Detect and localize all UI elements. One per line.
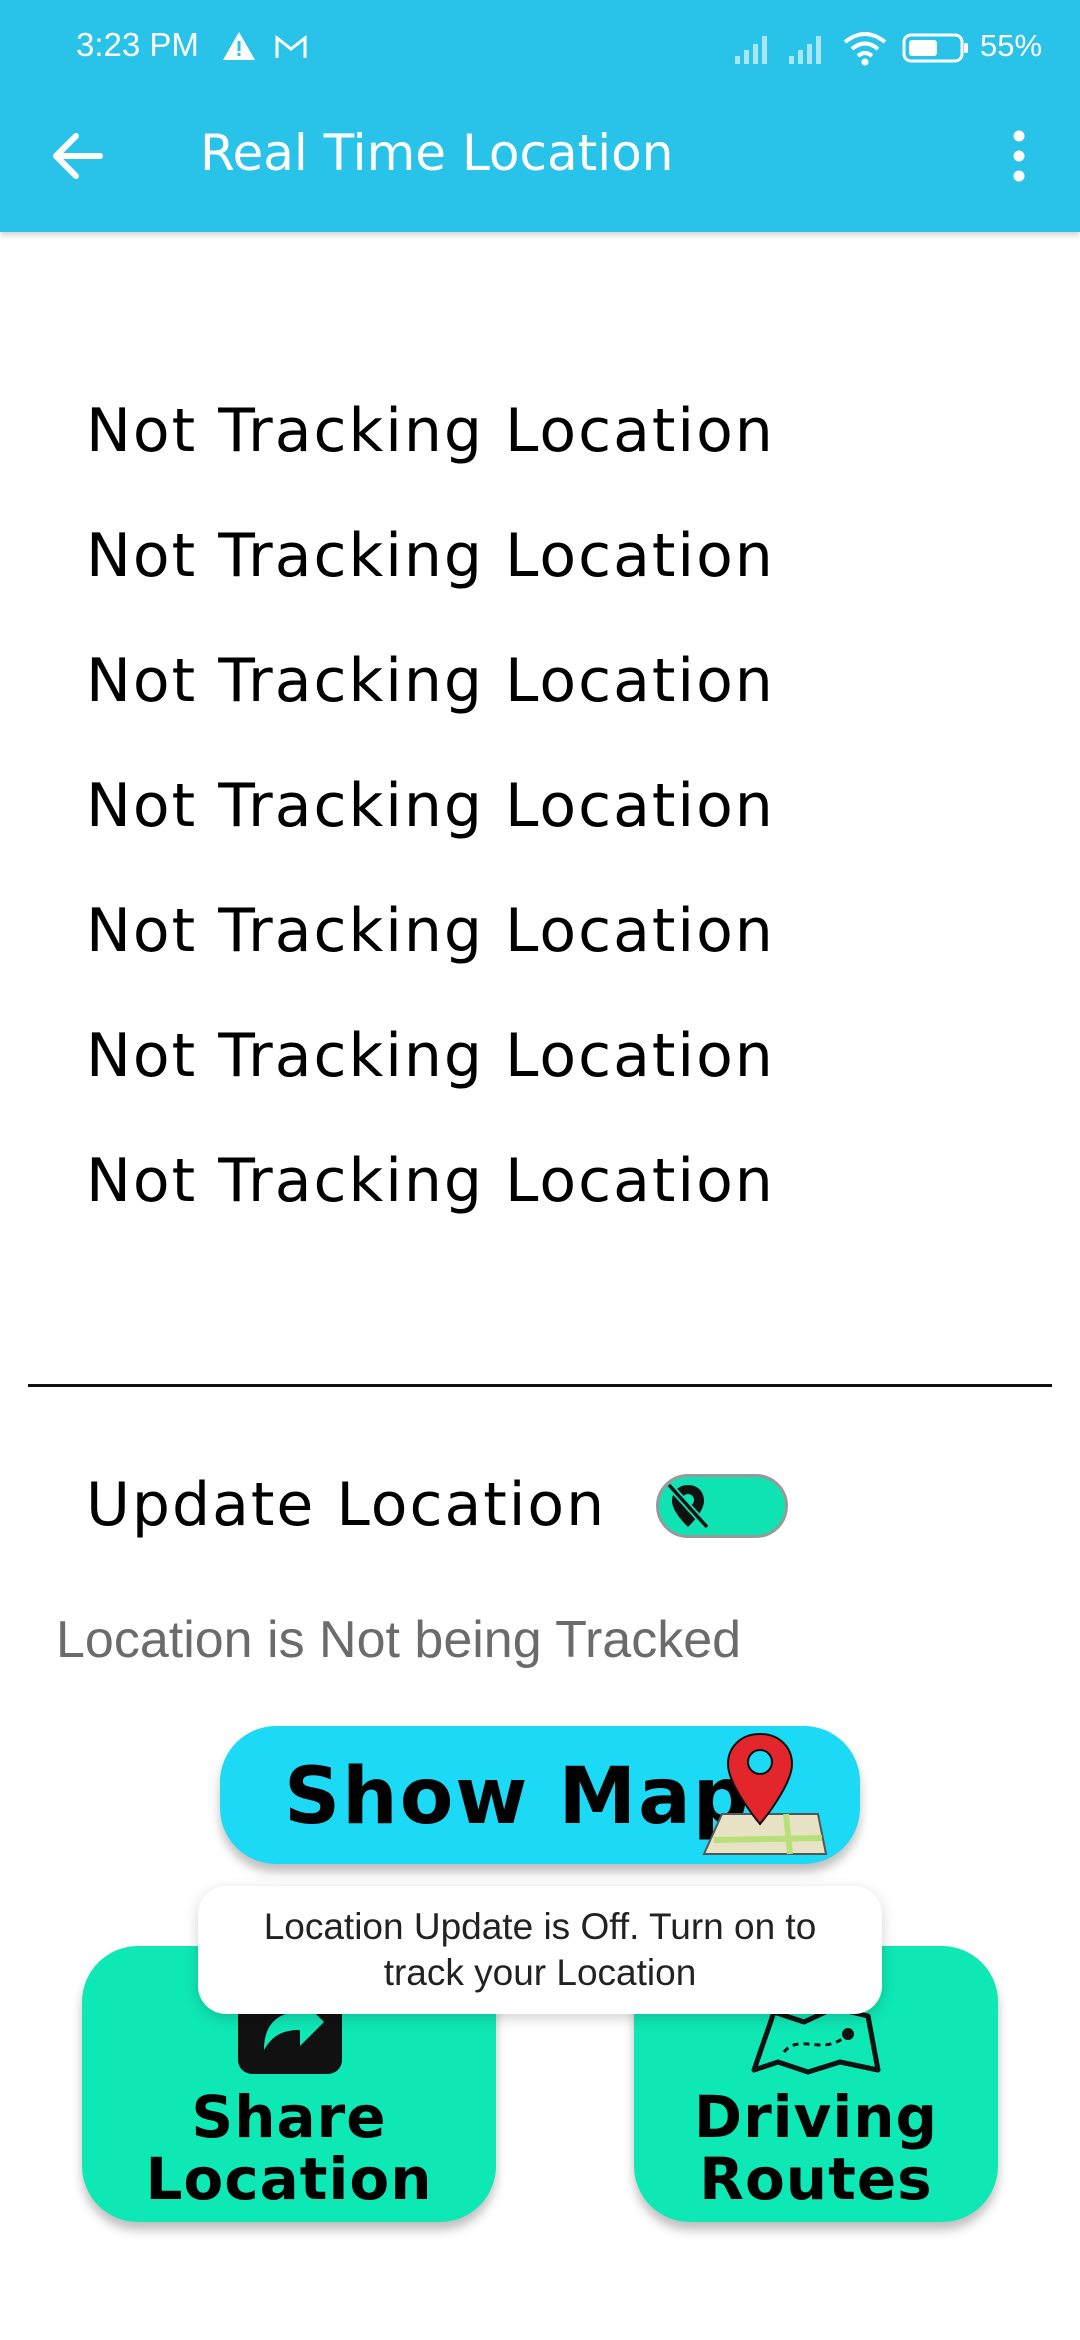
share-label-line: Share bbox=[191, 2083, 387, 2151]
warning-icon bbox=[223, 32, 255, 60]
back-arrow-icon[interactable] bbox=[44, 120, 108, 192]
show-map-button[interactable]: Show Map bbox=[220, 1726, 860, 1864]
more-options-icon[interactable] bbox=[1004, 126, 1034, 186]
map-pin-icon bbox=[702, 1732, 828, 1855]
gmail-icon bbox=[275, 34, 307, 58]
status-line: Not Tracking Location bbox=[86, 521, 775, 591]
toast-line: Location Update is Off. Turn on to bbox=[263, 1906, 817, 1947]
routes-label-line: Routes bbox=[699, 2145, 933, 2213]
show-map-label: Show Map bbox=[284, 1752, 751, 1842]
status-line: Not Tracking Location bbox=[86, 396, 775, 466]
signal-icon bbox=[735, 36, 767, 64]
battery-icon bbox=[902, 33, 968, 63]
page-title: Real Time Location bbox=[200, 124, 674, 182]
status-bar: 3:23 PM 55% bbox=[0, 0, 1080, 100]
toast-message: Location Update is Off. Turn on to track… bbox=[198, 1886, 882, 2014]
status-line: Not Tracking Location bbox=[86, 1146, 775, 1216]
driving-routes-label: Driving Routes bbox=[634, 2086, 998, 2210]
battery-percent: 55% bbox=[980, 28, 1043, 63]
share-location-label: Share Location bbox=[82, 2086, 496, 2210]
app-bar: 3:23 PM 55% Real Time Location bbox=[0, 0, 1080, 232]
status-time: 3:23 PM bbox=[76, 26, 199, 63]
location-off-icon bbox=[666, 1482, 710, 1530]
status-line: Not Tracking Location bbox=[86, 896, 775, 966]
update-location-toggle[interactable] bbox=[656, 1474, 788, 1538]
status-line: Not Tracking Location bbox=[86, 1021, 775, 1091]
wifi-icon bbox=[843, 32, 887, 66]
update-location-label: Update Location bbox=[86, 1470, 607, 1540]
tracking-status-text: Location is Not being Tracked bbox=[56, 1611, 742, 1669]
routes-label-line: Driving bbox=[693, 2083, 939, 2151]
status-line: Not Tracking Location bbox=[86, 646, 775, 716]
share-label-line: Location bbox=[145, 2145, 433, 2213]
status-line: Not Tracking Location bbox=[86, 771, 775, 841]
toast-line: track your Location bbox=[383, 1952, 697, 1993]
divider bbox=[28, 1384, 1052, 1387]
signal-icon-2 bbox=[789, 36, 821, 64]
